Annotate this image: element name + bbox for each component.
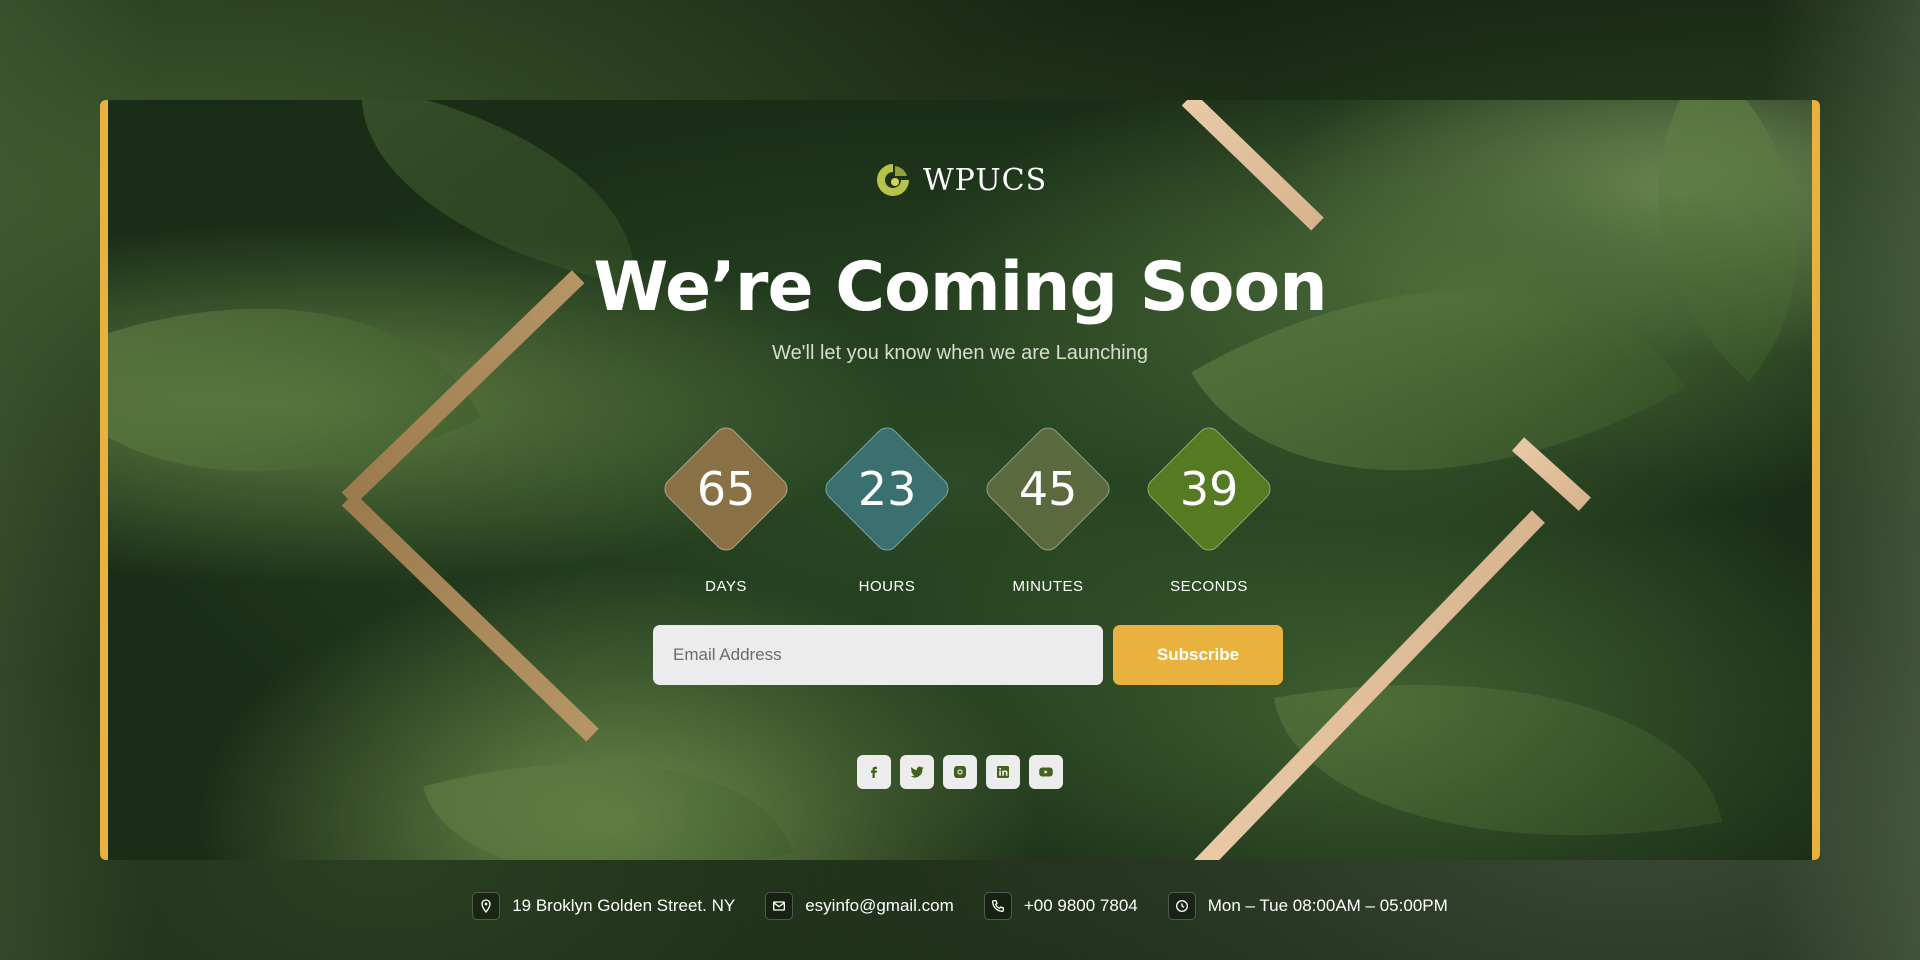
hours-item: Mon – Tue 08:00AM – 05:00PM — [1167, 892, 1448, 920]
email-item: esyinfo@gmail.com — [765, 892, 954, 920]
countdown-value: 65 — [696, 461, 756, 516]
linkedin-icon[interactable] — [986, 755, 1020, 789]
youtube-icon[interactable] — [1029, 755, 1063, 789]
page-title: We’re Coming Soon — [593, 248, 1327, 327]
page-subtitle: We'll let you know when we are Launching — [772, 342, 1148, 364]
email-text[interactable]: esyinfo@gmail.com — [805, 896, 954, 916]
instagram-icon[interactable] — [943, 755, 977, 789]
content: WPUCS We’re Coming Soon We'll let you kn… — [108, 100, 1812, 860]
email-field[interactable] — [653, 625, 1103, 685]
clock-icon — [1167, 892, 1196, 920]
facebook-icon[interactable] — [857, 755, 891, 789]
countdown-tile: 65 — [659, 422, 793, 556]
countdown-seconds: 39 SECONDS — [1139, 420, 1279, 595]
countdown-value: 23 — [857, 461, 917, 516]
subscribe-form: Subscribe — [653, 625, 1283, 685]
countdown-label: SECONDS — [1170, 578, 1248, 595]
countdown-label: HOURS — [858, 578, 916, 595]
countdown-minutes: 45 MINUTES — [978, 420, 1118, 595]
countdown-value: 45 — [1018, 461, 1078, 516]
address-item: 19 Broklyn Golden Street. NY — [472, 892, 735, 920]
location-pin-icon — [472, 892, 501, 920]
phone-icon — [983, 892, 1012, 920]
coming-soon-card: WPUCS We’re Coming Soon We'll let you kn… — [100, 100, 1820, 860]
countdown-tile: 45 — [981, 422, 1115, 556]
contact-bar: 19 Broklyn Golden Street. NY esyinfo@gma… — [0, 892, 1920, 920]
address-text: 19 Broklyn Golden Street. NY — [512, 896, 736, 915]
phone-text[interactable]: +00 9800 7804 — [1024, 896, 1138, 916]
countdown-label: DAYS — [705, 578, 747, 595]
subscribe-button[interactable]: Subscribe — [1113, 625, 1283, 685]
countdown-days: 65 DAYS — [656, 420, 796, 595]
social-links — [108, 755, 1812, 789]
logo-icon — [876, 164, 909, 196]
logo[interactable]: WPUCS — [108, 160, 1812, 200]
brand-name: WPUCS — [922, 162, 1048, 198]
countdown-tile: 39 — [1142, 422, 1276, 556]
countdown-tile: 23 — [820, 422, 954, 556]
twitter-icon[interactable] — [900, 755, 934, 789]
mail-icon — [765, 892, 794, 920]
countdown-hours: 23 HOURS — [817, 420, 957, 595]
countdown-value: 39 — [1179, 461, 1239, 516]
hours-text: Mon – Tue 08:00AM – 05:00PM — [1207, 896, 1448, 915]
phone-item: +00 9800 7804 — [983, 892, 1138, 920]
countdown: 65 DAYS 23 HOURS 45 MINUTES 39 SECONDS — [108, 420, 1812, 600]
countdown-label: MINUTES — [1012, 578, 1084, 595]
